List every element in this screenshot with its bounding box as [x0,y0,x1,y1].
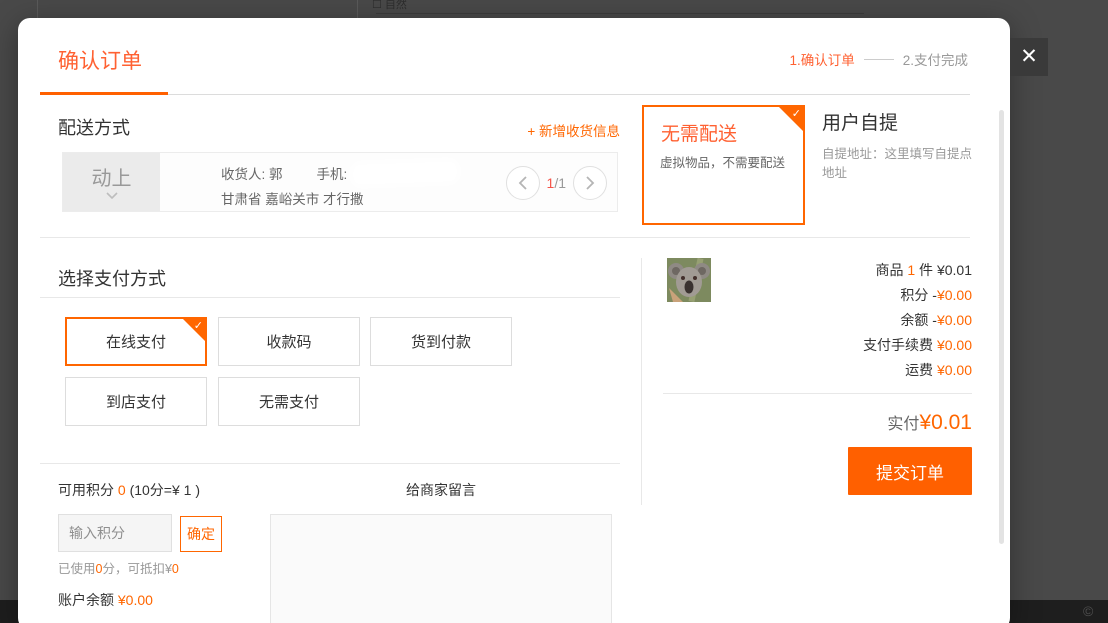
payment-method-label: 在线支付 [106,334,166,351]
payment-method-cod[interactable]: 货到付款 [370,317,512,366]
bg-copyright-glyph: © [1083,603,1093,619]
product-unit: 件 [915,262,937,278]
account-balance-label: 账户余额 [58,592,118,608]
total-label: 实付 [887,416,919,433]
prev-address-button[interactable] [506,166,540,200]
order-confirm-modal: 确认订单 1.确认订单 2.支付完成 配送方式 + 新增收货信息 动上 收货人:… [18,18,1010,623]
payment-method-label: 到店支付 [106,394,166,411]
close-button[interactable]: ✕ [1010,38,1048,76]
merchant-message-label: 给商家留言 [270,480,612,500]
fee-row-balance: 余额 -¥0.00 [663,308,972,333]
pager-total: /1 [554,175,566,191]
points-deduct-value: 0 [172,562,179,576]
address-info: 收货人: 郭 手机: 甘肃省 嘉峪关市 才行撒 [221,161,459,208]
points-confirm-button[interactable]: 确定 [180,516,222,552]
check-icon: ✓ [194,319,203,332]
bg-artifact-line [37,0,38,18]
address-card[interactable]: 动上 收货人: 郭 手机: 甘肃省 嘉峪关市 才行撒 1/1 [62,152,618,212]
payment-method-online[interactable]: ✓ 在线支付 [65,317,207,366]
checkout-steps: 1.确认订单 2.支付完成 [789,49,968,69]
fee-row-points: 积分 -¥0.00 [663,283,972,308]
bg-artifact-line [376,13,864,14]
fee-row-product: 商品 1 件 ¥0.01 [663,258,972,283]
payment-method-qrcode[interactable]: 收款码 [218,317,360,366]
points-title: 可用积分 [58,482,118,498]
points-used-line: 已使用0分，可抵扣¥0 [58,558,179,577]
account-balance-value: ¥0.00 [118,592,153,608]
step-connector [864,59,894,60]
phone-redacted-blur [351,159,460,187]
points-available-value: 0 [118,482,126,498]
delivery-option-no-shipping[interactable]: ✓ 无需配送 虚拟物品，不需要配送 [642,105,805,225]
delivery-option-title: 无需配送 [661,119,737,146]
product-amount: ¥0.01 [937,262,972,278]
fee-list: 商品 1 件 ¥0.01 积分 -¥0.00 余额 -¥0.00 支付手续费 ¥… [663,258,972,383]
receiver-name: 收货人: 郭 [221,163,283,183]
address-tag-label: 动上 [92,162,132,191]
fee-row-service: 支付手续费 ¥0.00 [663,333,972,358]
summary-divider [663,393,972,394]
account-balance-line: 账户余额 ¥0.00 [58,590,153,610]
payment-section-title: 选择支付方式 [58,265,166,291]
total-value: ¥0.01 [919,411,972,434]
page-title: 确认订单 [58,45,142,75]
active-tab-underline [40,92,168,95]
next-address-button[interactable] [573,166,607,200]
add-address-link[interactable]: + 新增收货信息 [527,120,620,140]
phone-label: 手机: [317,163,348,183]
chevron-right-icon [586,176,595,190]
bg-page-text: ☐ 自然 [372,0,407,12]
merchant-message-textarea[interactable] [270,514,612,623]
modal-scrollbar-thumb[interactable] [999,110,1004,544]
product-label: 商品 [875,262,907,278]
address-pager: 1/1 [506,166,607,200]
points-input[interactable] [58,514,172,552]
header-divider [40,94,970,95]
address-tag[interactable]: 动上 [63,153,160,211]
points-used-middle: 分，可抵扣¥ [102,562,171,576]
delivery-option-desc: 自提地址：这里填写自提点地址 [822,145,980,183]
payment-method-label: 货到付款 [411,334,471,351]
fee-row-shipping: 运费 ¥0.00 [663,358,972,383]
step-payment-done: 2.支付完成 [903,49,968,69]
step-confirm-order: 1.确认订单 [789,49,854,69]
payment-method-label: 无需支付 [259,394,319,411]
points-divider [40,463,620,464]
payment-method-instore[interactable]: 到店支付 [65,377,207,426]
total-line: 实付¥0.01 [663,410,972,435]
check-icon: ✓ [792,107,801,120]
section-divider [40,237,970,238]
pager-count: 1/1 [547,175,566,191]
chevron-left-icon [518,176,527,190]
product-qty: 1 [907,262,915,278]
delivery-option-title: 用户自提 [822,108,898,135]
points-used-prefix: 已使用 [58,562,96,576]
payment-method-label: 收款码 [266,334,311,351]
summary-vertical-divider [641,258,642,505]
payment-divider [40,297,620,298]
delivery-section-title: 配送方式 [58,114,130,140]
payment-method-none[interactable]: 无需支付 [218,377,360,426]
available-points-label: 可用积分 0 (10分=¥ 1 ) [58,480,200,500]
delivery-option-self-pickup[interactable]: 用户自提 自提地址：这里填写自提点地址 [822,105,988,225]
close-icon: ✕ [1020,45,1038,68]
chevron-down-icon [106,192,118,199]
address-region: 甘肃省 嘉峪关市 才行撒 [221,188,459,208]
delivery-option-desc: 虚拟物品，不需要配送 [660,152,785,171]
bg-artifact-line [357,0,358,18]
submit-order-button[interactable]: 提交订单 [848,447,972,495]
points-rate-note: (10分=¥ 1 ) [126,482,200,498]
